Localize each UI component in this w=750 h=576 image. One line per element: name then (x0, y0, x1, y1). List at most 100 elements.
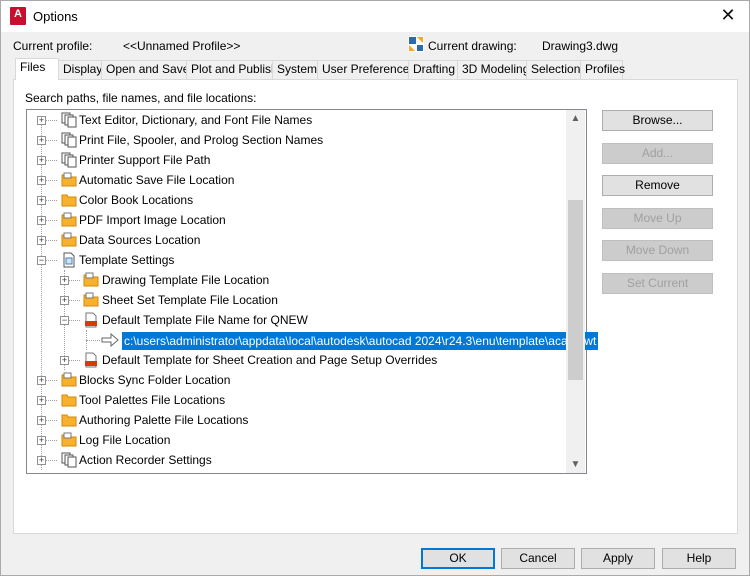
tree-item[interactable]: + Tool Palettes File Locations (27, 390, 568, 410)
dwt-icon (85, 312, 97, 328)
help-button[interactable]: Help (662, 548, 736, 569)
cancel-button[interactable]: Cancel (501, 548, 575, 569)
drawing-icon (408, 36, 424, 52)
expand-icon[interactable]: + (37, 196, 46, 205)
close-icon[interactable]: ✕ (717, 5, 739, 27)
tree-item[interactable]: + Printer Support File Path (27, 150, 568, 170)
expand-icon[interactable]: + (37, 136, 46, 145)
tree-item[interactable]: + Data Sources Location (27, 230, 568, 250)
scroll-up-icon[interactable]: ▲ (566, 110, 585, 127)
tree-item-label: Action Recorder Settings (79, 453, 212, 467)
arrow-right-icon (101, 333, 119, 347)
expand-icon[interactable]: + (60, 356, 69, 365)
browse-button[interactable]: Browse... (602, 110, 713, 131)
tree-item[interactable]: + Drawing Template File Location (27, 270, 568, 290)
tree-connector (86, 340, 100, 341)
tab-plot-and-publish[interactable]: Plot and Publish (186, 60, 278, 79)
scroll-down-icon[interactable]: ▼ (566, 456, 585, 473)
tree-item[interactable]: + Default Template for Sheet Creation an… (27, 350, 568, 370)
ok-button[interactable]: OK (421, 548, 495, 569)
tree-item-label: PDF Import Image Location (79, 213, 226, 227)
tree-item-label: Authoring Palette File Locations (79, 413, 249, 427)
expand-icon[interactable]: + (37, 236, 46, 245)
folder-icon (61, 432, 77, 447)
tree-item-label: Text Editor, Dictionary, and Font File N… (79, 113, 313, 127)
tree-item[interactable]: + Print File, Spooler, and Prolog Sectio… (27, 130, 568, 150)
expand-icon[interactable]: + (37, 116, 46, 125)
title-bar: A Options ✕ (1, 1, 749, 32)
tab-display[interactable]: Display (58, 60, 102, 79)
current-profile-value: <<Unnamed Profile>> (123, 39, 241, 53)
folder-icon (61, 194, 77, 207)
folder-icon (83, 292, 99, 307)
selected-template-path[interactable]: c:\users\administrator\appdata\local\aut… (122, 332, 599, 350)
collapse-icon[interactable]: − (60, 316, 69, 325)
apply-button[interactable]: Apply (581, 548, 655, 569)
document-icon (63, 252, 75, 268)
collapse-icon[interactable]: − (37, 256, 46, 265)
pages-icon (61, 132, 77, 148)
expand-icon[interactable]: + (37, 416, 46, 425)
options-dialog: A Options ✕ Current profile: <<Unnamed P… (0, 0, 750, 576)
folder-icon (61, 414, 77, 427)
tree-item-label: Data Sources Location (79, 233, 201, 247)
expand-icon[interactable]: + (37, 176, 46, 185)
tree-item[interactable]: + PDF Import Image Location (27, 210, 568, 230)
tree-item[interactable]: + Log File Location (27, 430, 568, 450)
folder-icon (61, 394, 77, 407)
tab-files[interactable]: Files (15, 58, 59, 80)
tab-open-and-save[interactable]: Open and Save (101, 60, 189, 79)
remove-button[interactable]: Remove (602, 175, 713, 196)
expand-icon[interactable]: + (37, 436, 46, 445)
tree-item[interactable]: + Automatic Save File Location (27, 170, 568, 190)
expand-icon[interactable]: + (37, 376, 46, 385)
tree-item-label: Default Template for Sheet Creation and … (102, 353, 438, 367)
expand-icon[interactable]: + (37, 216, 46, 225)
move-up-button[interactable]: Move Up (602, 208, 713, 229)
expand-icon[interactable]: + (37, 396, 46, 405)
tree-item-label: Print File, Spooler, and Prolog Section … (79, 133, 324, 147)
folder-icon (61, 372, 77, 387)
move-down-button[interactable]: Move Down (602, 240, 713, 261)
tree-item-label: Color Book Locations (79, 193, 194, 207)
tab-user-preferences[interactable]: User Preferences (317, 60, 415, 79)
dwt-icon (85, 352, 97, 368)
tree-item[interactable]: + Text Editor, Dictionary, and Font File… (27, 110, 568, 130)
tree-item-label: Automatic Save File Location (79, 173, 235, 187)
tab-3d-modeling[interactable]: 3D Modeling (457, 60, 529, 79)
tab-profiles[interactable]: Profiles (580, 60, 625, 79)
tree-item[interactable]: + Authoring Palette File Locations (27, 410, 568, 430)
tree-item-label: Log File Location (79, 433, 171, 447)
tree-item[interactable]: + Sheet Set Template File Location (27, 290, 568, 310)
tree-item[interactable]: + Color Book Locations (27, 190, 568, 210)
tab-selection[interactable]: Selection (526, 60, 581, 79)
tree-item-label: Drawing Template File Location (102, 273, 270, 287)
tree-item-label: Default Template File Name for QNEW (102, 313, 308, 327)
expand-icon[interactable]: + (60, 296, 69, 305)
tree-item-label: Tool Palettes File Locations (79, 393, 226, 407)
tab-drafting[interactable]: Drafting (408, 60, 458, 79)
tab-system[interactable]: System (272, 60, 318, 79)
add-button[interactable]: Add... (602, 143, 713, 164)
expand-icon[interactable]: + (37, 456, 46, 465)
current-drawing-label: Current drawing: (428, 39, 517, 53)
tree-item[interactable]: + Action Recorder Settings (27, 450, 568, 470)
tree-item[interactable]: + Blocks Sync Folder Location (27, 370, 568, 390)
tree-item-label: Template Settings (79, 253, 175, 267)
tree-item[interactable]: − Template Settings (27, 250, 568, 270)
tree-item-label: Sheet Set Template File Location (102, 293, 278, 307)
scroll-thumb[interactable] (568, 200, 583, 380)
search-paths-tree[interactable]: + Text Editor, Dictionary, and Font File… (26, 109, 587, 474)
tree-item-label: Blocks Sync Folder Location (79, 373, 231, 387)
tree-item[interactable]: − Default Template File Name for QNEW (27, 310, 568, 330)
tree-scrollbar[interactable]: ▲ ▼ (566, 110, 585, 473)
expand-icon[interactable]: + (60, 276, 69, 285)
pages-icon (61, 452, 77, 468)
search-paths-label: Search paths, file names, and file locat… (25, 91, 257, 105)
pages-icon (61, 112, 77, 128)
window-title: Options (33, 9, 78, 24)
set-current-button[interactable]: Set Current (602, 273, 713, 294)
expand-icon[interactable]: + (37, 156, 46, 165)
autocad-app-icon: A (10, 7, 26, 25)
folder-icon (61, 232, 77, 247)
